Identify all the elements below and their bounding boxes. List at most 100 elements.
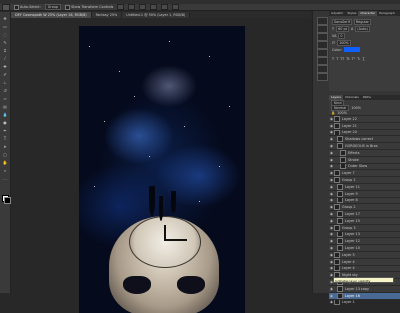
eye-icon[interactable]: ◉ <box>329 192 334 196</box>
superscript-icon[interactable]: T¹ <box>352 57 355 61</box>
hand-icon[interactable]: ✋ <box>2 160 8 165</box>
lasso-icon[interactable]: ◌ <box>2 32 8 37</box>
layer-row[interactable]: ◉ Layer 17 <box>329 210 400 217</box>
auto-select-checkbox[interactable]: Auto-Select: <box>14 4 41 10</box>
layer-row[interactable]: ◉ Layer 8 <box>329 196 400 204</box>
gradient-icon[interactable]: ▤ <box>2 104 8 109</box>
properties-icon[interactable] <box>317 25 328 33</box>
show-transform-checkbox[interactable]: Show Transform Controls <box>65 4 113 10</box>
layer-row[interactable]: ◉ Layer 20 <box>329 128 400 136</box>
layer-row[interactable]: ◉ Layer 21 <box>329 121 400 129</box>
layer-row[interactable]: ◉ Layer 22 <box>329 115 400 122</box>
align-top-icon[interactable] <box>117 4 125 10</box>
layer-row[interactable]: ◉ Layer 13 <box>329 230 400 238</box>
eye-icon[interactable]: ◉ <box>329 239 334 243</box>
layer-row[interactable]: ◉ Group 2 <box>329 203 400 211</box>
leading-field[interactable]: (Auto) <box>355 25 370 32</box>
healing-icon[interactable]: ✚ <box>2 64 8 69</box>
opacity-field[interactable]: 100% <box>351 106 361 110</box>
background-color-swatch[interactable] <box>4 197 11 204</box>
font-family-select[interactable]: SansSerif <box>332 18 352 25</box>
layer-row[interactable]: ◉ Effects <box>329 148 400 156</box>
tracking-field[interactable]: 0 <box>338 32 345 39</box>
stamp-icon[interactable]: ⊥ <box>2 80 8 85</box>
marquee-icon[interactable]: ▭ <box>2 24 8 29</box>
history-brush-icon[interactable]: ↺ <box>2 88 8 93</box>
font-style-select[interactable]: Regular <box>353 18 371 25</box>
pen-icon[interactable]: ✒ <box>2 128 8 133</box>
eye-icon[interactable]: ◉ <box>329 137 334 141</box>
move-tool-icon[interactable] <box>2 3 10 11</box>
brush-icon[interactable]: ✐ <box>2 72 8 77</box>
layer-row[interactable]: ◉ Layer 15 <box>329 216 400 224</box>
navigator-icon[interactable] <box>317 41 328 49</box>
align-bottom-icon[interactable] <box>139 4 147 10</box>
subscript-icon[interactable]: T₁ <box>357 57 360 61</box>
extra-tools-icon[interactable]: … <box>2 176 8 181</box>
quick-select-icon[interactable]: ✎ <box>2 40 8 45</box>
swatches-icon[interactable] <box>317 57 328 65</box>
layer-row[interactable]: ◉ Shadows correct <box>329 135 400 143</box>
eye-icon[interactable]: ◉ <box>329 219 334 223</box>
text-color-swatch[interactable] <box>343 47 360 52</box>
align-right-icon[interactable] <box>172 4 180 10</box>
eyedropper-icon[interactable]: ⁄ <box>2 56 8 61</box>
history-icon[interactable] <box>317 17 328 25</box>
layer-row[interactable]: ◉ GORGEOUS in Bros <box>329 142 400 149</box>
layer-row[interactable]: ◉ Layer 4 <box>329 257 400 265</box>
layer-row[interactable]: ◉ Layer 9 <box>329 189 400 197</box>
underline-icon[interactable]: T̲ <box>363 57 365 61</box>
font-size-field[interactable]: 60 pt <box>336 25 349 32</box>
eye-icon[interactable]: ◉ <box>329 287 334 291</box>
layer-row[interactable]: ◉ Layer 1 <box>329 298 400 306</box>
layer-row[interactable]: ◉ Layer 5 <box>329 250 400 258</box>
align-middle-icon[interactable] <box>128 4 136 10</box>
layer-row[interactable]: ◉ Layer 11 <box>329 182 400 190</box>
align-left-icon[interactable] <box>150 4 158 10</box>
eye-icon[interactable]: ◉ <box>329 158 334 162</box>
zoom-icon[interactable]: ⌕ <box>2 168 8 173</box>
all-caps-icon[interactable]: TT <box>340 57 344 61</box>
path-select-icon[interactable]: ➤ <box>2 144 8 149</box>
tab-paths[interactable]: Paths <box>361 95 373 100</box>
move-icon[interactable]: ✥ <box>2 16 8 21</box>
crop-icon[interactable]: ⌗ <box>2 48 8 53</box>
info-icon[interactable] <box>317 49 328 57</box>
layer-row[interactable]: ◉ Layer 7 <box>329 169 400 177</box>
layer-row[interactable]: ◉ Layer 13 copy <box>329 284 400 292</box>
document-canvas[interactable] <box>79 26 245 313</box>
eye-icon[interactable]: ◉ <box>329 144 334 148</box>
layer-row[interactable]: ◉ Outer Glow <box>329 162 400 170</box>
eye-icon[interactable]: ◉ <box>329 198 334 202</box>
dodge-icon[interactable]: ● <box>2 120 8 125</box>
layer-row[interactable]: ◉ Group 3 <box>329 223 400 231</box>
eraser-icon[interactable]: ▱ <box>2 96 8 101</box>
vertical-scale-field[interactable]: 100% <box>337 39 351 46</box>
small-caps-icon[interactable]: Tt <box>346 57 349 61</box>
align-center-icon[interactable] <box>161 4 169 10</box>
clone-source-icon[interactable] <box>317 73 328 81</box>
eye-icon[interactable]: ◉ <box>329 164 334 168</box>
blur-icon[interactable]: 💧 <box>2 112 8 117</box>
faux-italic-icon[interactable]: T <box>336 57 338 61</box>
layer-row[interactable]: ◉ Layer 4 <box>329 264 400 272</box>
lock-icon[interactable]: 🔒 <box>331 111 335 115</box>
actions-icon[interactable] <box>317 33 328 41</box>
layer-row[interactable]: ◉ Stroke <box>329 155 400 163</box>
eye-icon[interactable]: ◉ <box>329 185 334 189</box>
layer-row[interactable]: ◉ Layer 12 <box>329 237 400 245</box>
fill-field[interactable]: 100% <box>337 111 347 115</box>
tab-channels[interactable]: Channels <box>343 95 361 100</box>
auto-select-dropdown[interactable]: Group <box>44 4 62 10</box>
eye-icon[interactable]: ◉ <box>329 246 334 250</box>
layer-row[interactable]: ◉ Group 1 <box>329 176 400 183</box>
layer-row[interactable]: ◉ Layer 10 <box>329 244 400 251</box>
type-icon[interactable]: T <box>2 136 8 141</box>
faux-bold-icon[interactable]: T <box>332 57 334 61</box>
eye-icon[interactable]: ◉ <box>329 294 334 298</box>
eye-icon[interactable]: ◉ <box>329 232 334 236</box>
eye-icon[interactable]: ◉ <box>329 212 334 216</box>
shape-icon[interactable]: ▢ <box>2 152 8 157</box>
eye-icon[interactable]: ◉ <box>329 151 334 155</box>
brushes-icon[interactable] <box>317 65 328 73</box>
